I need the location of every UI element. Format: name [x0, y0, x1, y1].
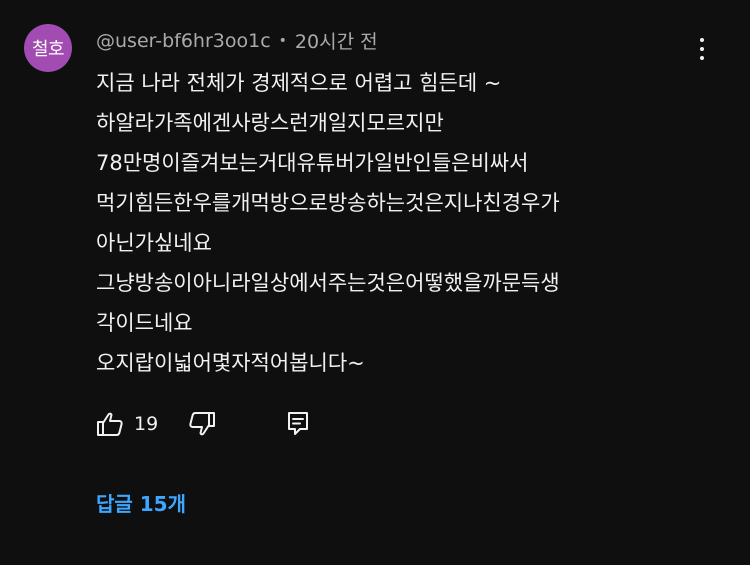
- comment-thread: 철호 @user-bf6hr3oo1c • 20시간 전 지금 나라 전체가 경…: [0, 0, 750, 565]
- like-count: 19: [134, 413, 159, 435]
- meta-separator: •: [278, 32, 287, 49]
- comment-line: 각이드네요: [96, 311, 193, 335]
- comment-text: 지금 나라 전체가 경제적으로 어렵고 힘든데 ~ 하알라가족에겐사랑스런개일지…: [96, 63, 716, 383]
- comment-line: 아닌가싶네요: [96, 231, 212, 255]
- thumb-up-icon: [97, 412, 123, 436]
- comment-actions: 19: [96, 406, 316, 442]
- comment-line: 그냥방송이아니라일상에서주는것은어떻했을까문득생: [96, 271, 560, 295]
- like-button[interactable]: [96, 406, 126, 442]
- comment-line: 하알라가족에겐사랑스런개일지모르지만: [96, 111, 444, 135]
- more-vert-icon[interactable]: [688, 32, 716, 66]
- reply-icon: [288, 412, 308, 435]
- dislike-button[interactable]: [184, 406, 220, 442]
- comment-header: @user-bf6hr3oo1c • 20시간 전: [96, 27, 378, 54]
- avatar-initials: 철호: [31, 39, 65, 60]
- comment-timestamp[interactable]: 20시간 전: [295, 27, 378, 54]
- author-handle[interactable]: @user-bf6hr3oo1c: [96, 30, 271, 52]
- comment-line: 오지랍이넓어몇자적어봅니다~: [96, 351, 365, 375]
- view-replies-button[interactable]: 답글 15개: [96, 488, 186, 517]
- avatar[interactable]: 철호: [24, 24, 72, 72]
- reply-button[interactable]: [280, 406, 316, 442]
- thumb-down-icon: [189, 412, 215, 436]
- comment-line: 78만명이즐겨보는거대유튜버가일반인들은비싸서: [96, 151, 529, 175]
- comment-line: 지금 나라 전체가 경제적으로 어렵고 힘든데 ~: [96, 71, 502, 95]
- comment-line: 먹기힘든한우를개먹방으로방송하는것은지나친경우가: [96, 191, 560, 215]
